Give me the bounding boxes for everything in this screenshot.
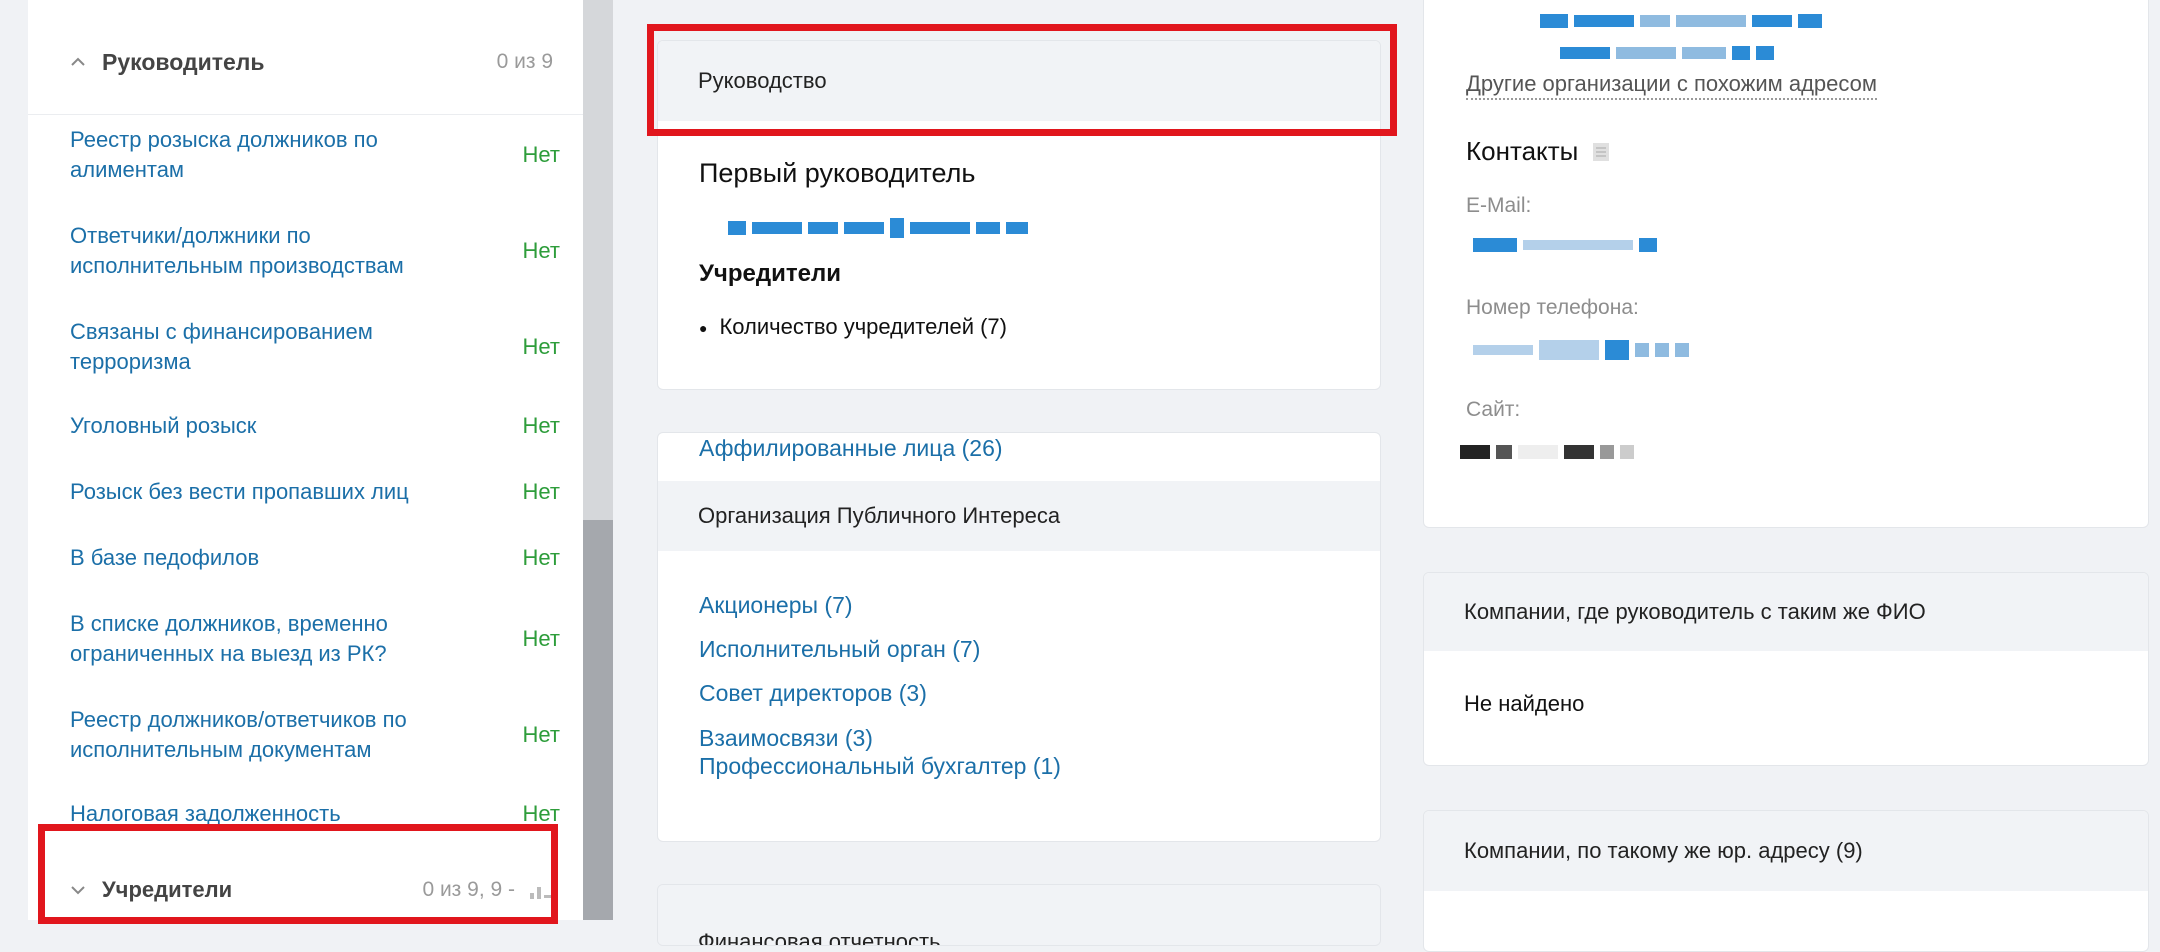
first-head-label: Первый руководитель [699, 158, 976, 188]
check-name[interactable]: Розыск без вести пропавших лиц [70, 477, 480, 507]
same-name-card: Компании, где руководитель с таким же ФИ… [1423, 572, 2149, 766]
similar-address-link[interactable]: Другие организации с похожим адресом [1466, 70, 1877, 100]
affiliated-link[interactable]: Аффилированные лица (26) [699, 435, 1003, 462]
management-header: Руководство [698, 68, 827, 93]
check-name[interactable]: Налоговая задолженность [70, 799, 480, 829]
section-count: 0 из 9 [496, 50, 553, 73]
contacts-title-text: Контакты [1466, 136, 1579, 166]
same-address-card: Компании, по такому же юр. адресу (9) [1423, 810, 2149, 952]
section-count: 0 из 9, 9 - [422, 878, 515, 901]
check-name[interactable]: В списке должников, временно ограниченны… [70, 609, 480, 669]
board-link[interactable]: Совет директоров (3) [699, 680, 927, 707]
check-value: Нет [522, 334, 560, 359]
section-header-founders[interactable]: Учредители 0 из 9, 9 - [28, 850, 583, 920]
chevron-up-icon [71, 57, 85, 66]
redacted-site[interactable] [1460, 445, 1634, 459]
check-name[interactable]: Ответчики/должники по исполнительным про… [70, 221, 480, 281]
same-address-header[interactable]: Компании, по такому же юр. адресу (9) [1464, 838, 1863, 864]
check-item: Уголовный розыск Нет [70, 411, 560, 441]
founders-count-item[interactable]: ● Количество учредителей (7) [699, 314, 1007, 340]
check-item: В списке должников, временно ограниченны… [70, 609, 560, 669]
financial-header[interactable]: Финансовая отчетность [698, 929, 941, 945]
check-value: Нет [522, 479, 560, 504]
check-value: Нет [522, 801, 560, 826]
bar-chart-icon [530, 887, 552, 899]
check-item: Связаны с финансированием терроризма Нет [70, 317, 560, 377]
redacted-phone[interactable] [1473, 340, 1689, 360]
redacted-address[interactable] [1540, 14, 1822, 28]
redacted-email[interactable] [1473, 238, 1657, 252]
check-value: Нет [522, 413, 560, 438]
not-found-text: Не найдено [1464, 691, 1585, 716]
check-value: Нет [522, 722, 560, 747]
card-header: Организация Публичного Интереса [658, 481, 1380, 551]
same-name-header: Компании, где руководитель с таким же ФИ… [1464, 599, 1926, 624]
section-header-manager[interactable]: Руководитель 0 из 9 [28, 10, 583, 115]
contacts-title: Контакты [1466, 136, 1610, 167]
founders-label: Учредители [699, 260, 841, 287]
accountant-link[interactable]: Профессиональный бухгалтер (1) [699, 753, 1061, 780]
shareholders-link[interactable]: Акционеры (7) [699, 592, 853, 619]
site-label: Сайт: [1466, 398, 1521, 421]
document-icon[interactable] [1592, 142, 1610, 162]
check-value: Нет [522, 238, 560, 263]
checks-panel: Руководитель 0 из 9 Реестр розыска должн… [28, 0, 584, 920]
check-item: В базе педофилов Нет [70, 543, 560, 573]
card-header: Финансовая отчетность [658, 885, 1380, 945]
section-title: Учредители [102, 877, 233, 902]
check-name[interactable]: Реестр розыска должников по алиментам [70, 125, 480, 185]
org-interest-header: Организация Публичного Интереса [698, 503, 1061, 528]
relations-link[interactable]: Взаимосвязи (3) [699, 725, 873, 752]
card-header: Компании, где руководитель с таким же ФИ… [1424, 573, 2148, 651]
phone-label: Номер телефона: [1466, 296, 1639, 319]
scrollbar[interactable] [583, 0, 613, 920]
check-value: Нет [522, 626, 560, 651]
check-name[interactable]: В базе педофилов [70, 543, 480, 573]
check-value: Нет [522, 142, 560, 167]
redacted-head-name[interactable] [728, 218, 1028, 238]
check-item: Ответчики/должники по исполнительным про… [70, 221, 560, 281]
check-item: Реестр должников/ответчиков по исполните… [70, 705, 560, 765]
financial-card: Финансовая отчетность [657, 884, 1381, 946]
executive-body-link[interactable]: Исполнительный орган (7) [699, 636, 980, 663]
card-header: Руководство [658, 41, 1380, 121]
check-item: Реестр розыска должников по алиментам Не… [70, 125, 560, 185]
check-name[interactable]: Связаны с финансированием терроризма [70, 317, 480, 377]
check-item: Розыск без вести пропавших лиц Нет [70, 477, 560, 507]
check-name[interactable]: Реестр должников/ответчиков по исполните… [70, 705, 480, 765]
email-label: E-Mail: [1466, 194, 1532, 217]
redacted-address-line2 [1560, 46, 1774, 60]
check-value: Нет [522, 545, 560, 570]
card-header: Компании, по такому же юр. адресу (9) [1424, 811, 2148, 891]
chevron-down-icon [71, 886, 85, 895]
check-item: Налоговая задолженность Нет [70, 799, 560, 829]
bullet-dot: ● [699, 320, 708, 337]
check-name[interactable]: Уголовный розыск [70, 411, 480, 441]
scrollbar-thumb[interactable] [583, 520, 613, 920]
founders-count: Количество учредителей (7) [719, 314, 1007, 339]
section-title: Руководитель [102, 48, 265, 75]
